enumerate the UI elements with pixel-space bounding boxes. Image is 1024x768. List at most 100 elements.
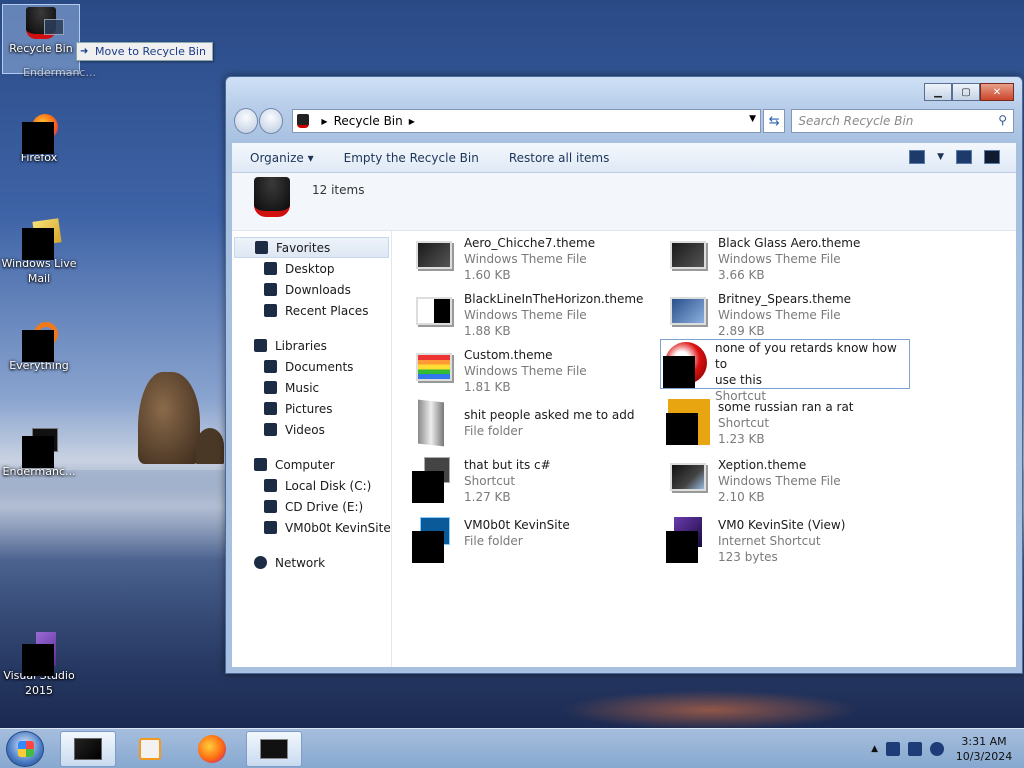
desktop-icon-recycle-bin[interactable]: Recycle Bin Endermanc... (2, 4, 96, 79)
arrow-right-icon: ➜ (80, 46, 89, 57)
start-button[interactable] (6, 731, 44, 767)
libraries-icon (254, 339, 267, 352)
close-button[interactable]: ✕ (980, 83, 1014, 101)
file-item[interactable]: VM0 KevinSite (View) Internet Shortcut 123… (664, 517, 914, 567)
nav-cd-drive[interactable]: CD Drive (E:) (232, 496, 391, 517)
search-input[interactable]: Search Recycle Bin ⚲ (791, 109, 1014, 133)
search-placeholder: Search Recycle Bin (798, 114, 914, 128)
maximize-button[interactable]: ▢ (952, 83, 980, 101)
desktop-icon-firefox[interactable]: Firefox (0, 114, 78, 165)
recycle-bin-icon (24, 5, 64, 39)
theme-file-icon (664, 457, 712, 505)
recycle-bin-icon (297, 114, 310, 128)
security-icon[interactable] (886, 742, 900, 756)
forward-button[interactable] (259, 108, 284, 134)
change-view-icon[interactable] (909, 150, 926, 164)
windows-live-mail-icon (22, 218, 62, 260)
file-item[interactable]: Custom.theme Windows Theme File 1.81 KB (410, 347, 660, 397)
refresh-icon: ⇆ (768, 113, 780, 129)
taskbar-explorer-button[interactable] (60, 731, 116, 767)
desktop-icon-endermanch[interactable]: Endermanc... (0, 428, 78, 479)
desktop-icon (264, 262, 277, 275)
search-icon[interactable]: ⚲ (998, 113, 1007, 127)
refresh-button[interactable]: ⇆ (763, 109, 786, 133)
endermanch-icon (22, 428, 58, 468)
file-item[interactable]: that but its c# Shortcut 1.27 KB (410, 457, 660, 507)
file-list: Aero_Chicche7.theme Windows Theme File 1.6… (392, 231, 1016, 667)
taskbar-firefox-button[interactable] (184, 731, 240, 767)
explorer-icon (74, 738, 102, 760)
clock[interactable]: 3:31 AM 10/3/2024 (952, 734, 1016, 764)
nav-local-disk[interactable]: Local Disk (C:) (232, 475, 391, 496)
folder-icon (410, 517, 458, 565)
display-icon[interactable] (908, 742, 922, 756)
organize-button[interactable]: Organize ▾ (250, 151, 314, 165)
theme-file-icon (410, 347, 458, 395)
media-player-icon (139, 738, 161, 760)
desktop-icon-visual-studio[interactable]: Visual Studio 2015 (0, 632, 78, 698)
chevron-right-icon: ▶ (321, 116, 328, 126)
firefox-icon (22, 114, 58, 154)
documents-icon (264, 360, 277, 373)
nav-recent-places[interactable]: Recent Places (232, 300, 391, 321)
nav-group-favorites: Favorites Desktop Downloads Recent Place… (232, 237, 391, 321)
everything-icon (22, 322, 58, 362)
address-bar[interactable]: ▶ Recycle Bin ▶ ▼ (292, 109, 761, 133)
nav-pictures[interactable]: Pictures (232, 398, 391, 419)
cd-drive-icon (264, 500, 277, 513)
help-icon[interactable] (984, 150, 1000, 164)
wallpaper-rock (196, 428, 224, 464)
desktop-icon-everything[interactable]: Everything (0, 322, 78, 373)
file-item[interactable]: Britney_Spears.theme Windows Theme File 2.… (664, 291, 914, 341)
drag-tooltip: ➜ Move to Recycle Bin (76, 42, 213, 61)
taskbar-media-player-button[interactable] (122, 731, 178, 767)
nav-documents[interactable]: Documents (232, 356, 391, 377)
nav-videos[interactable]: Videos (232, 419, 391, 440)
nav-music[interactable]: Music (232, 377, 391, 398)
internet-shortcut-icon (664, 517, 712, 565)
back-button[interactable] (234, 108, 259, 134)
file-item[interactable]: Xeption.theme Windows Theme File 2.10 KB (664, 457, 914, 507)
chevron-right-icon[interactable]: ▶ (409, 117, 415, 126)
star-icon (255, 241, 268, 254)
nav-favorites[interactable]: Favorites (234, 237, 389, 258)
nav-network[interactable]: Network (232, 552, 391, 573)
shortcut-icon (661, 340, 709, 388)
taskbar-app-button[interactable] (246, 731, 302, 767)
file-item-selected[interactable]: none of you retards know how to use this S… (660, 339, 910, 403)
file-item[interactable]: shit people asked me to add File folder (410, 399, 660, 449)
address-row: ▶ Recycle Bin ▶ ▼ ⇆ Search Recycle Bin ⚲ (234, 107, 1014, 135)
command-bar: Organize ▾ Empty the Recycle Bin Restore… (232, 143, 1016, 173)
nav-downloads[interactable]: Downloads (232, 279, 391, 300)
music-icon (264, 381, 277, 394)
chevron-down-icon[interactable]: ▼ (749, 114, 756, 124)
desktop-icon-windows-live-mail[interactable]: Windows Live Mail (0, 218, 78, 286)
file-item[interactable]: BlackLineInTheHorizon.theme Windows Theme… (410, 291, 660, 341)
system-tray: ▲ 3:31 AM 10/3/2024 (871, 729, 1016, 768)
file-item[interactable]: Black Glass Aero.theme Windows Theme File… (664, 235, 914, 285)
file-item[interactable]: Aero_Chicche7.theme Windows Theme File 1.6… (410, 235, 660, 285)
pictures-icon (264, 402, 277, 415)
theme-file-icon (410, 291, 458, 339)
taskbar: ▲ 3:31 AM 10/3/2024 (0, 728, 1024, 768)
breadcrumb-recycle-bin[interactable]: Recycle Bin (334, 114, 403, 128)
navigation-pane: Favorites Desktop Downloads Recent Place… (232, 231, 392, 667)
details-header: 12 items (232, 173, 1016, 231)
restore-all-items-button[interactable]: Restore all items (509, 151, 610, 165)
empty-recycle-bin-button[interactable]: Empty the Recycle Bin (344, 151, 479, 165)
nav-desktop[interactable]: Desktop (232, 258, 391, 279)
preview-pane-icon[interactable] (956, 150, 972, 164)
window-controls: ▁ ▢ ✕ (924, 83, 1014, 101)
network-icon[interactable] (930, 742, 944, 756)
network-drive-icon (264, 521, 277, 534)
videos-icon (264, 423, 277, 436)
minimize-button[interactable]: ▁ (924, 83, 952, 101)
wallpaper-sunset-reflection (560, 690, 860, 730)
file-item[interactable]: some russian ran a rat Shortcut 1.23 KB (664, 399, 914, 449)
nav-libraries[interactable]: Libraries (232, 335, 391, 356)
nav-network-drive[interactable]: VM0b0t KevinSite (232, 517, 391, 538)
file-item[interactable]: VM0b0t KevinSite File folder (410, 517, 660, 567)
chevron-down-icon[interactable]: ▼ (937, 152, 944, 162)
chevron-up-icon[interactable]: ▲ (871, 744, 878, 754)
nav-computer[interactable]: Computer (232, 454, 391, 475)
